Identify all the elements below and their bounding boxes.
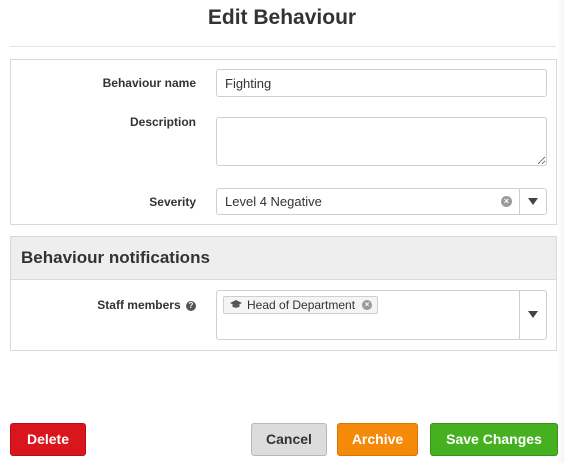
behaviour-name-label: Behaviour name	[102, 76, 196, 90]
scrollbar-track[interactable]	[558, 0, 564, 463]
staff-tag-label: Head of Department	[247, 298, 356, 312]
dialog-title: Edit Behaviour	[207, 6, 357, 29]
tag-remove-icon[interactable]: ×	[362, 300, 373, 310]
caret-down-icon	[528, 198, 538, 205]
archive-button[interactable]: Archive	[337, 423, 418, 456]
severity-select[interactable]: Level 4 Negative ×	[216, 188, 547, 215]
severity-label: Severity	[149, 195, 196, 209]
edit-behaviour-dialog: Edit Behaviour Behaviour name Descriptio…	[0, 0, 564, 463]
graduation-cap-icon	[230, 300, 242, 308]
notifications-title: Behaviour notifications	[21, 248, 210, 267]
title-divider	[10, 46, 556, 47]
notifications-header: Behaviour notifications	[11, 237, 556, 280]
severity-dropdown-toggle[interactable]	[519, 189, 546, 214]
staff-members-label-text: Staff members	[97, 298, 181, 312]
staff-tag-head-of-department: Head of Department ×	[223, 296, 379, 314]
behaviour-details-panel: Behaviour name Description Severity Leve…	[10, 59, 557, 225]
staff-members-label: Staff members ?	[97, 298, 196, 312]
notifications-panel: Behaviour notifications Staff members ? …	[10, 236, 557, 351]
question-circle-icon[interactable]: ?	[186, 301, 196, 311]
description-label: Description	[129, 115, 196, 129]
behaviour-name-input[interactable]	[216, 69, 547, 97]
description-textarea[interactable]	[216, 117, 547, 166]
save-changes-button[interactable]: Save Changes	[430, 423, 558, 456]
caret-down-icon	[528, 311, 538, 318]
clear-circle-icon[interactable]: ×	[501, 196, 512, 207]
cancel-button[interactable]: Cancel	[251, 423, 327, 456]
delete-button[interactable]: Delete	[10, 423, 86, 456]
severity-value: Level 4 Negative	[225, 194, 322, 209]
staff-dropdown-toggle[interactable]	[519, 291, 546, 339]
staff-members-multiselect[interactable]: Head of Department ×	[216, 290, 547, 340]
